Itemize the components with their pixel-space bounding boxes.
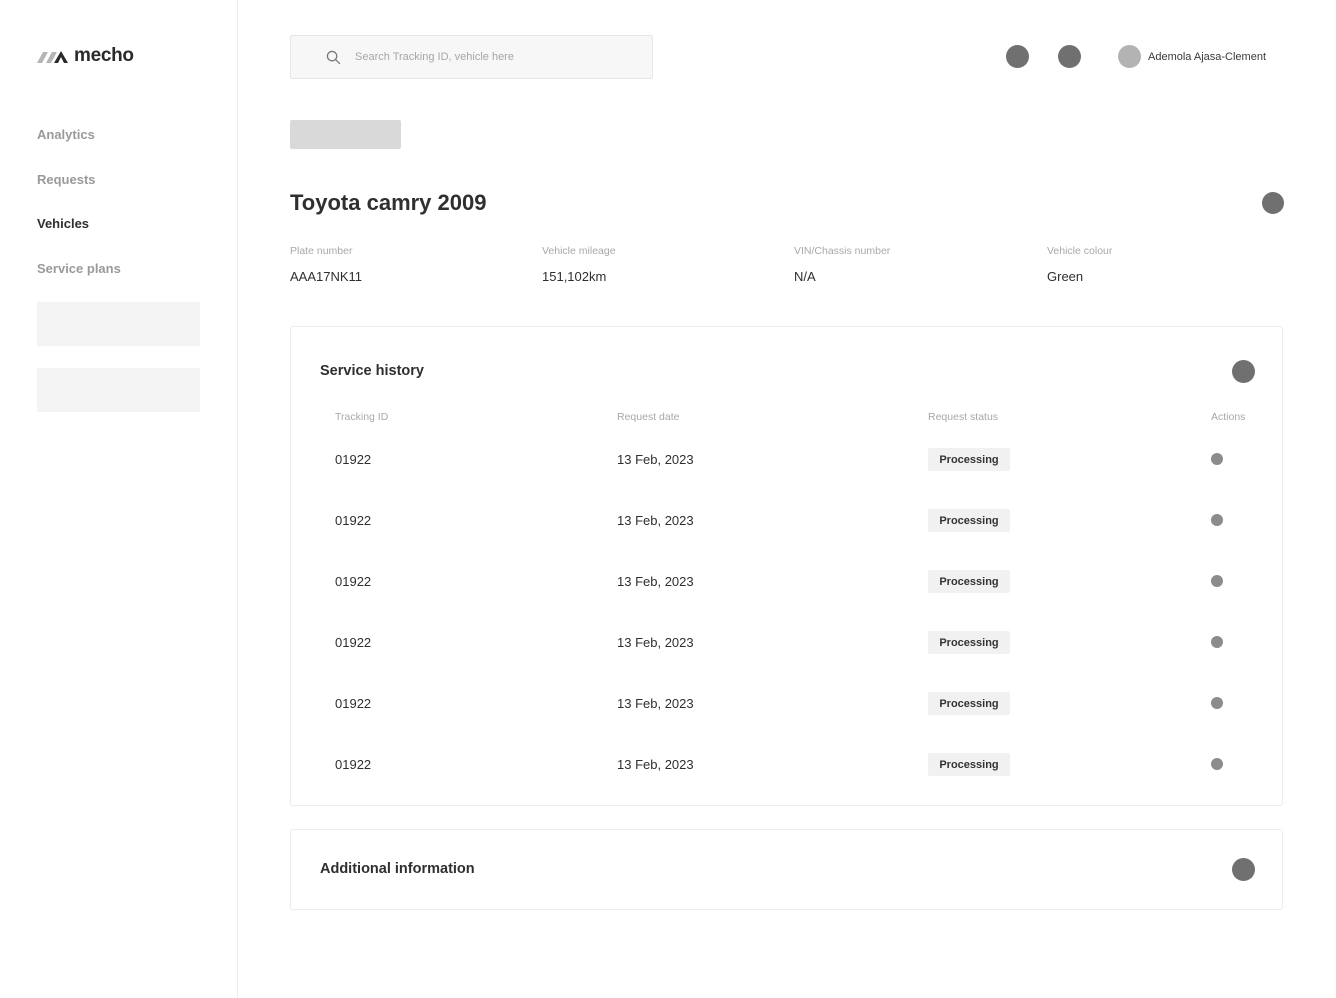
status-badge: Processing [928,753,1010,776]
search-icon [326,50,341,64]
column-header-actions: Actions [1211,411,1246,423]
field-value: 151,102km [542,269,607,284]
brand-name: mecho [74,45,134,66]
expand-icon[interactable] [1232,858,1255,881]
sidebar-placeholder-block [37,368,200,412]
row-action-icon[interactable] [1211,575,1223,587]
brand-logo[interactable]: mecho [37,45,134,67]
tracking-id-cell: 01922 [335,513,372,528]
vehicle-field-plate: Plate number AAA17NK11 [290,245,362,284]
row-action-icon[interactable] [1211,453,1223,465]
notification-icon[interactable] [1006,45,1029,68]
table-row[interactable]: 01922 13 Feb, 2023 Processing [291,753,1282,793]
table-row[interactable]: 01922 13 Feb, 2023 Processing [291,448,1282,488]
request-date-cell: 13 Feb, 2023 [617,696,694,711]
column-header-request-date: Request date [617,411,680,423]
tracking-id-cell: 01922 [335,696,372,711]
back-button[interactable] [290,120,401,149]
column-header-request-status: Request status [928,411,999,423]
status-badge: Processing [928,448,1010,471]
sidebar: mecho Analytics Requests Vehicles Servic… [0,0,238,998]
status-badge: Processing [928,570,1010,593]
card-title: Additional information [320,861,475,877]
field-label: VIN/Chassis number [794,245,891,257]
row-action-icon[interactable] [1211,636,1223,648]
field-value: AAA17NK11 [290,269,363,284]
status-badge: Processing [928,631,1010,654]
field-label: Vehicle colour [1047,245,1113,257]
page-title: Toyota camry 2009 [290,190,487,215]
vehicle-field-mileage: Vehicle mileage 151,102km [542,245,616,284]
table-row[interactable]: 01922 13 Feb, 2023 Processing [291,509,1282,549]
table-row[interactable]: 01922 13 Feb, 2023 Processing [291,631,1282,671]
avatar[interactable] [1118,45,1141,68]
search-bar[interactable] [290,35,653,79]
request-date-cell: 13 Feb, 2023 [617,513,694,528]
service-history-card: Service history Tracking ID Request date… [290,326,1283,806]
user-name[interactable]: Ademola Ajasa-Clement [1148,51,1266,63]
tracking-id-cell: 01922 [335,757,372,772]
logo-mark-icon [37,51,68,63]
sidebar-item-vehicles[interactable]: Vehicles [37,213,207,258]
sidebar-item-requests[interactable]: Requests [37,169,207,214]
sidebar-item-service-plans[interactable]: Service plans [37,258,207,303]
field-label: Vehicle mileage [542,245,616,257]
status-badge: Processing [928,509,1010,532]
field-label: Plate number [290,245,353,257]
vehicle-options-icon[interactable] [1262,192,1284,214]
app-root: mecho Analytics Requests Vehicles Servic… [0,0,1336,998]
search-input[interactable] [355,51,635,63]
table-row[interactable]: 01922 13 Feb, 2023 Processing [291,570,1282,610]
sidebar-item-analytics[interactable]: Analytics [37,124,207,169]
field-value: N/A [794,269,816,284]
tracking-id-cell: 01922 [335,635,372,650]
table-row[interactable]: 01922 13 Feb, 2023 Processing [291,692,1282,732]
card-title: Service history [320,363,424,379]
additional-info-card[interactable]: Additional information [290,829,1283,910]
service-history-options-icon[interactable] [1232,360,1255,383]
row-action-icon[interactable] [1211,514,1223,526]
status-badge: Processing [928,692,1010,715]
vehicle-field-colour: Vehicle colour Green [1047,245,1112,284]
tracking-id-cell: 01922 [335,574,372,589]
field-value: Green [1047,269,1084,284]
settings-icon[interactable] [1058,45,1081,68]
tracking-id-cell: 01922 [335,452,372,467]
sidebar-nav: Analytics Requests Vehicles Service plan… [37,124,207,302]
sidebar-placeholder-block [37,302,200,346]
request-date-cell: 13 Feb, 2023 [617,574,694,589]
row-action-icon[interactable] [1211,697,1223,709]
request-date-cell: 13 Feb, 2023 [617,452,694,467]
request-date-cell: 13 Feb, 2023 [617,635,694,650]
vehicle-field-vin: VIN/Chassis number N/A [794,245,890,284]
row-action-icon[interactable] [1211,758,1223,770]
column-header-tracking-id: Tracking ID [335,411,389,423]
request-date-cell: 13 Feb, 2023 [617,757,694,772]
